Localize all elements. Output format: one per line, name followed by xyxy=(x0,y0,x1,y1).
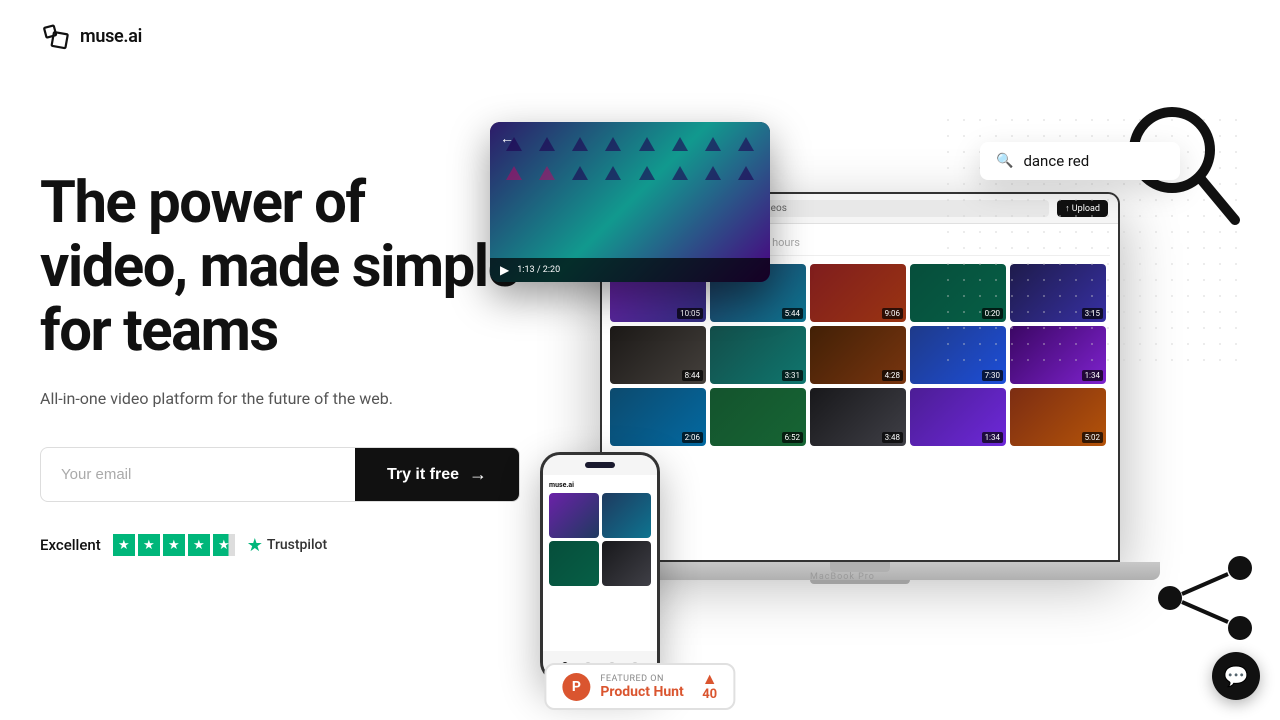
search-overlay: 🔍 dance red xyxy=(980,142,1180,180)
chat-widget[interactable]: 💬 xyxy=(1212,652,1260,700)
header: muse.ai xyxy=(0,0,1280,72)
trustpilot-star-icon: ★ xyxy=(247,535,263,556)
hero-right: 🔍 dance red xyxy=(520,112,1240,712)
triangle xyxy=(572,137,588,151)
macbook-label: MacBook Pro xyxy=(810,572,875,582)
trustpilot-brand: Trustpilot xyxy=(267,537,327,553)
arrow-icon: → xyxy=(469,464,487,485)
triangle xyxy=(672,166,688,180)
logo-icon xyxy=(40,20,72,52)
logo[interactable]: muse.ai xyxy=(40,20,142,52)
triangle xyxy=(605,137,621,151)
video-overlay-card: ← ▶ 1:13 / 2:20 xyxy=(490,122,770,282)
video-thumb-13[interactable]: 3:48 xyxy=(810,388,906,446)
video-controls: ▶ 1:13 / 2:20 xyxy=(490,258,770,282)
phone-thumb-3[interactable] xyxy=(549,541,599,586)
ph-name: Product Hunt xyxy=(600,684,683,700)
trustpilot-label: Excellent xyxy=(40,536,101,554)
video-thumb-7[interactable]: 3:31 xyxy=(710,326,806,384)
triangle xyxy=(639,166,655,180)
search-icon: 🔍 xyxy=(996,153,1013,169)
video-thumb-6[interactable]: 8:44 xyxy=(610,326,706,384)
phone-thumb-4[interactable] xyxy=(602,541,652,586)
phone-screen: muse.ai xyxy=(543,455,657,679)
video-time: 1:13 / 2:20 xyxy=(517,265,560,275)
phone-video-grid xyxy=(549,493,651,586)
trustpilot-logo: ★ Trustpilot xyxy=(247,535,327,556)
video-back-button[interactable]: ← xyxy=(500,130,514,147)
video-thumb-11[interactable]: 2:06 xyxy=(610,388,706,446)
logo-text: muse.ai xyxy=(80,26,142,47)
trustpilot-section: Excellent ★ ★ ★ ★ ★ ★ Trustpilot xyxy=(40,534,520,556)
video-thumb-14[interactable]: 1:34 xyxy=(910,388,1006,446)
triangle xyxy=(705,137,721,151)
chat-icon: 💬 xyxy=(1224,664,1249,688)
star-2: ★ xyxy=(138,534,160,556)
phone-content: muse.ai xyxy=(543,475,657,592)
hero-headline: The power of video, made simple for team… xyxy=(40,172,520,363)
product-hunt-info: FEATURED ON Product Hunt xyxy=(600,674,683,700)
product-hunt-logo: P xyxy=(562,673,590,701)
video-thumb-3[interactable]: 9:06 xyxy=(810,264,906,322)
product-hunt-badge[interactable]: P FEATURED ON Product Hunt ▲ 40 xyxy=(544,663,735,710)
hero-left: The power of video, made simple for team… xyxy=(40,112,520,556)
share-icon-area xyxy=(1150,548,1260,652)
star-1: ★ xyxy=(113,534,135,556)
triangle xyxy=(738,166,754,180)
ph-count: 40 xyxy=(702,687,717,702)
ph-featured-text: FEATURED ON xyxy=(600,674,683,684)
hero-subtext: All-in-one video platform for the future… xyxy=(40,387,520,411)
email-form: Try it free → xyxy=(40,447,520,502)
triangle xyxy=(639,137,655,151)
triangle xyxy=(506,166,522,180)
video-thumb-8[interactable]: 4:28 xyxy=(810,326,906,384)
phone-thumb-1[interactable] xyxy=(549,493,599,538)
triangle xyxy=(672,137,688,151)
hero-section: The power of video, made simple for team… xyxy=(0,72,1280,712)
email-input[interactable] xyxy=(41,448,355,501)
video-thumb-15[interactable]: 5:02 xyxy=(1010,388,1106,446)
phone-logo: muse.ai xyxy=(549,481,651,489)
share-icon-svg xyxy=(1150,548,1260,648)
triangle xyxy=(605,166,621,180)
star-half: ★ xyxy=(213,534,235,556)
triangle xyxy=(705,166,721,180)
triangle xyxy=(738,137,754,151)
try-free-label: Try it free xyxy=(387,466,459,484)
phone-mockup: muse.ai xyxy=(540,452,660,682)
star-3: ★ xyxy=(163,534,185,556)
phone-top-bar xyxy=(543,455,657,475)
ph-arrow-icon: ▲ xyxy=(702,671,718,687)
laptop-notch xyxy=(830,562,890,572)
triangle xyxy=(539,137,555,151)
triangle xyxy=(572,166,588,180)
star-4: ★ xyxy=(188,534,210,556)
play-icon[interactable]: ▶ xyxy=(500,263,509,277)
video-thumb-12[interactable]: 6:52 xyxy=(710,388,806,446)
try-free-button[interactable]: Try it free → xyxy=(355,448,519,501)
trustpilot-stars: ★ ★ ★ ★ ★ xyxy=(113,534,235,556)
ph-upvote[interactable]: ▲ 40 xyxy=(702,671,718,702)
phone-thumb-2[interactable] xyxy=(602,493,652,538)
search-query: dance red xyxy=(1023,152,1089,170)
triangle xyxy=(539,166,555,180)
phone-notch xyxy=(585,462,615,468)
